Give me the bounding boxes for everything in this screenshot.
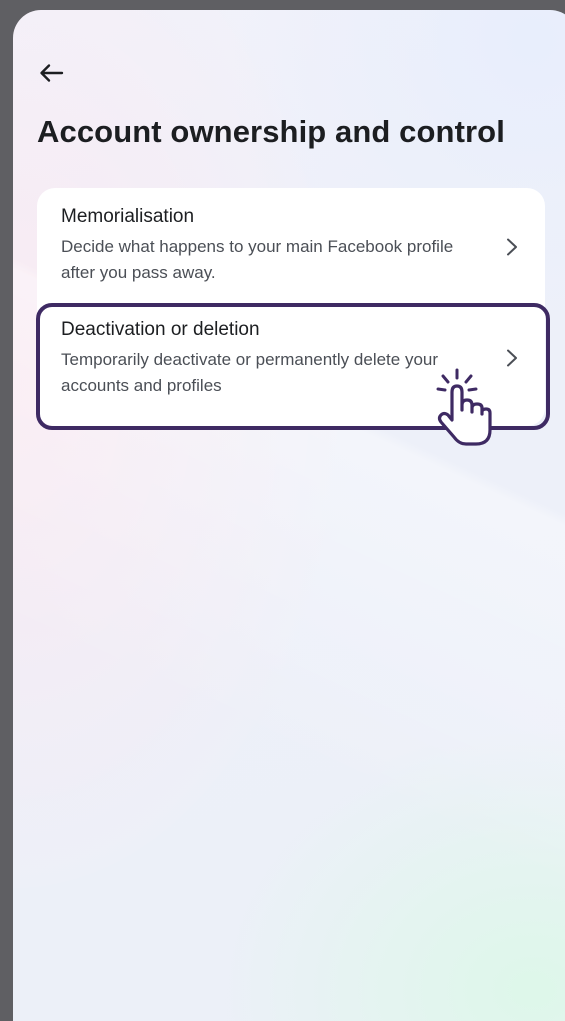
memorialisation-item[interactable]: Memorialisation Decide what happens to y… — [37, 188, 545, 303]
chevron-right-icon — [507, 238, 517, 256]
hand-pointer-click-icon — [436, 368, 492, 446]
back-button[interactable] — [37, 58, 67, 88]
item-title: Deactivation or deletion — [61, 319, 260, 340]
page-title: Account ownership and control — [37, 114, 505, 149]
item-description: Decide what happens to your main Faceboo… — [61, 237, 454, 282]
item-description: Temporarily deactivate or permanently de… — [61, 350, 439, 395]
arrow-left-icon — [40, 64, 64, 82]
chevron-right-icon — [507, 349, 517, 367]
app-screen: Account ownership and control Memorialis… — [13, 10, 565, 1021]
item-title: Memorialisation — [61, 206, 195, 227]
